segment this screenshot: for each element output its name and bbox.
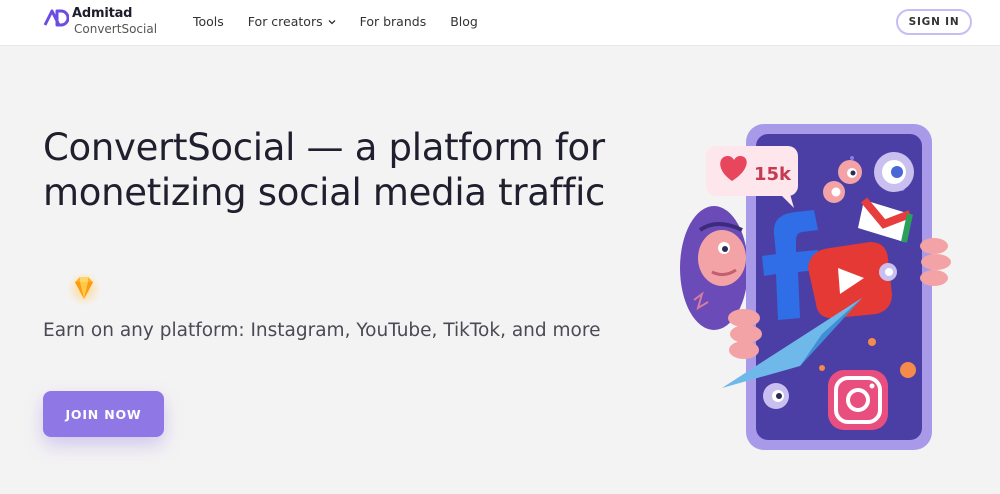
eye-icon	[874, 152, 914, 192]
nav-tools[interactable]: Tools	[193, 14, 224, 29]
hero-illustration: 15k	[680, 124, 951, 450]
nav-for-creators[interactable]: For creators	[248, 14, 336, 29]
eye-icon	[838, 160, 862, 184]
admitad-logo-icon	[43, 9, 69, 27]
hero-subtitle: Earn on any platform: Instagram, YouTube…	[43, 320, 601, 341]
site-header: Admitad ConvertSocial Tools For creators…	[0, 0, 1000, 46]
instagram-icon	[828, 370, 888, 430]
main-nav: Tools For creators For brands Blog	[193, 14, 478, 29]
nav-for-creators-label: For creators	[247, 14, 323, 29]
gem-icon	[67, 272, 101, 306]
sign-in-button[interactable]: SIGN IN	[896, 9, 972, 35]
hero-title: ConvertSocial — a platform for monetizin…	[43, 126, 606, 214]
eye-icon	[763, 383, 789, 409]
like-count: 15k	[754, 164, 792, 185]
nav-blog[interactable]: Blog	[450, 14, 478, 29]
chevron-down-icon	[328, 19, 336, 24]
join-now-button[interactable]: JOIN NOW	[43, 391, 164, 437]
eye-icon	[823, 181, 845, 203]
nav-for-brands[interactable]: For brands	[360, 14, 427, 29]
eye-icon	[879, 263, 897, 281]
logo[interactable]: Admitad ConvertSocial	[43, 7, 163, 39]
logo-subtitle: ConvertSocial	[74, 22, 158, 36]
logo-name: Admitad	[72, 6, 133, 21]
